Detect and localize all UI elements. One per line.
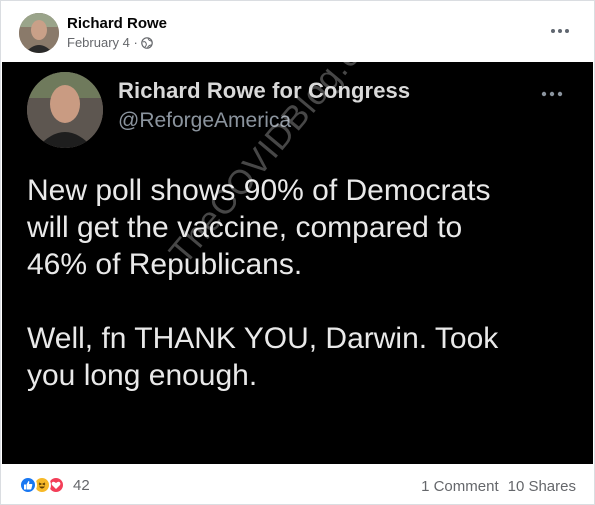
shares-count-link[interactable]: 10 Shares xyxy=(508,478,576,495)
post-footer: 42 1 Comment 10 Shares xyxy=(1,464,594,505)
tweet-text: New poll shows 90% of Democrats will get… xyxy=(27,174,499,392)
post-date[interactable]: February 4 · xyxy=(67,35,138,50)
globe-icon xyxy=(141,36,153,49)
reaction-count: 42 xyxy=(73,476,90,494)
tweet-more-icon xyxy=(541,84,563,102)
tweet-display-name: Richard Rowe for Congress xyxy=(118,78,411,103)
like-icon xyxy=(19,476,37,494)
tweet-avatar xyxy=(27,72,103,148)
tweet-screenshot-image[interactable]: Richard Rowe for Congress @ReforgeAmeric… xyxy=(2,62,593,464)
post-header: Richard Rowe February 4 · xyxy=(1,1,594,61)
author-name[interactable]: Richard Rowe xyxy=(67,15,167,32)
facebook-post: Richard Rowe February 4 · Richard Rowe f… xyxy=(0,0,595,505)
engagement-counts: 1 Comment 10 Shares xyxy=(421,478,576,495)
comments-count-link[interactable]: 1 Comment xyxy=(421,478,499,495)
more-horizontal-icon xyxy=(551,29,569,33)
more-options-button[interactable] xyxy=(548,21,572,41)
post-meta: February 4 · xyxy=(67,35,153,50)
reactions-summary[interactable]: 42 xyxy=(19,476,90,494)
author-avatar[interactable] xyxy=(19,13,59,53)
